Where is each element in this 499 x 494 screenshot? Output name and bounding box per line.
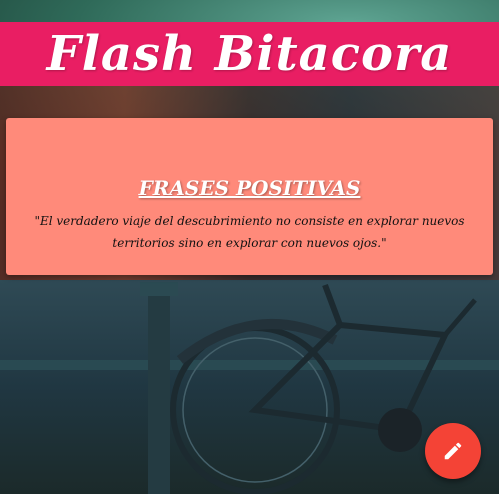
site-header: Flash Bitacora	[0, 22, 499, 86]
quote-card: FRASES POSITIVAS "El verdadero viaje del…	[6, 118, 493, 275]
site-title: Flash Bitacora	[46, 26, 453, 82]
card-quote: "El verdadero viaje del descubrimiento n…	[34, 214, 465, 250]
edit-fab-button[interactable]	[425, 423, 481, 479]
pencil-icon	[444, 442, 462, 460]
card-title: FRASES POSITIVAS	[138, 176, 361, 200]
